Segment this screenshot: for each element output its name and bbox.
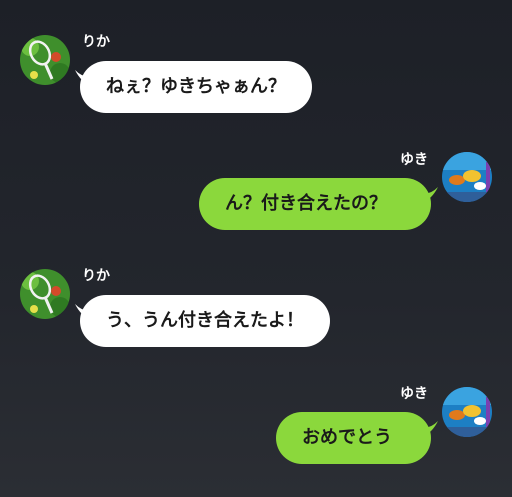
message-text: おめでとう (302, 427, 392, 448)
message-bubble[interactable]: ねぇ？ゆきちゃぁん？ (80, 61, 312, 113)
message-text: ん？付き合えたの？ (225, 193, 387, 214)
sender-name: ゆき (400, 152, 428, 168)
aquarium-fish-avatar-icon[interactable] (442, 387, 492, 437)
tennis-racket-avatar-icon[interactable] (20, 269, 70, 319)
sender-name: りか (82, 34, 110, 50)
tennis-racket-avatar-icon[interactable] (20, 35, 70, 85)
aquarium-fish-avatar-icon[interactable] (442, 152, 492, 202)
message-text: う、うん付き合えたよ！ (106, 310, 304, 331)
message-bubble[interactable]: ん？付き合えたの？ (199, 178, 431, 230)
message-bubble[interactable]: う、うん付き合えたよ！ (80, 295, 330, 347)
message-text: ねぇ？ゆきちゃぁん？ (106, 76, 286, 97)
sender-name: りか (82, 268, 110, 284)
sender-name: ゆき (400, 386, 428, 402)
message-bubble[interactable]: おめでとう (276, 412, 431, 464)
